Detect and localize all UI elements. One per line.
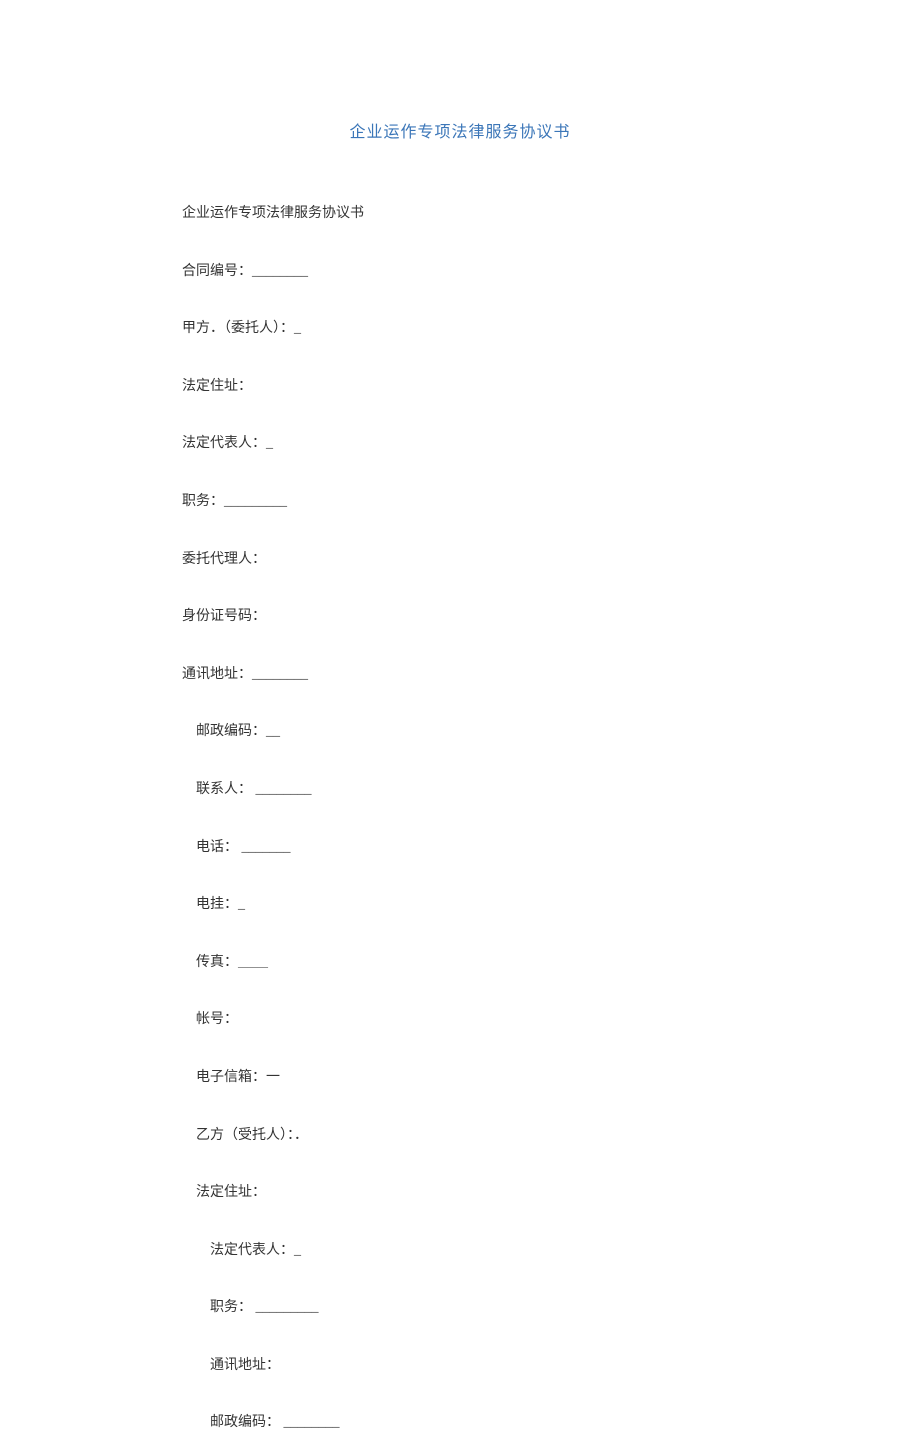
position-a: 职务：_________: [182, 492, 920, 512]
party-b: 乙方（受托人）：．: [182, 1126, 920, 1146]
postal-code-a: 邮政编码：__: [182, 722, 920, 742]
postal-code-b: 邮政编码： ________: [182, 1413, 920, 1433]
account-a: 帐号：: [182, 1010, 920, 1030]
mailing-address-b: 通讯地址：: [182, 1356, 920, 1376]
page-title: 企业运作专项法律服务协议书: [0, 0, 920, 142]
id-number-a: 身份证号码：: [182, 607, 920, 627]
legal-rep-b: 法定代表人：_: [182, 1241, 920, 1261]
fax-a: 传真：______: [182, 953, 920, 973]
legal-address-b: 法定住址：: [182, 1183, 920, 1203]
email-a: 电子信箱：一: [182, 1068, 920, 1088]
legal-address-a: 法定住址：: [182, 377, 920, 397]
mailing-address-a: 通讯地址：________: [182, 665, 920, 685]
document-content: 企业运作专项法律服务协议书 合同编号：________ 甲方．（委托人）：_ 法…: [0, 142, 920, 1433]
doc-subtitle: 企业运作专项法律服务协议书: [182, 204, 920, 224]
agent-a: 委托代理人：: [182, 550, 920, 570]
party-a: 甲方．（委托人）：_: [182, 319, 920, 339]
contact-person-a: 联系人： ________: [182, 780, 920, 800]
legal-rep-a: 法定代表人：_: [182, 434, 920, 454]
contract-number: 合同编号：________: [182, 262, 920, 282]
phone-a: 电话： _______: [182, 838, 920, 858]
telegraph-a: 电挂：_: [182, 895, 920, 915]
position-b: 职务： _________: [182, 1298, 920, 1318]
